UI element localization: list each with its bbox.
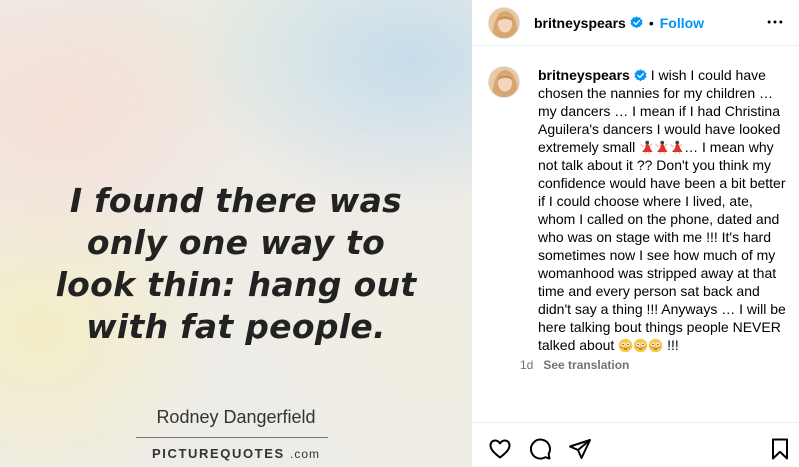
see-translation-link[interactable]: See translation [543,358,629,372]
quote-text: I found there was only one way to look t… [36,180,436,348]
heart-icon[interactable] [488,437,512,461]
dancer-emoji [640,140,653,155]
post-panel: britneyspears • Follow britneyspears I w… [472,0,799,467]
caption-avatar[interactable] [488,66,520,98]
caption-end: !!! [667,337,679,353]
flushed-face-emoji [633,338,648,353]
action-bar [472,422,799,467]
watermark-suffix: .com [289,447,320,461]
post-header: britneyspears • Follow [472,0,799,46]
quote-line: with fat people. [86,307,386,346]
caption-row: britneyspears I wish I could have chosen… [488,66,788,372]
post-meta: 1d See translation [520,358,788,372]
quote-line: only one way to [86,223,386,262]
flushed-face-emoji [618,338,633,353]
post-time[interactable]: 1d [520,358,533,372]
share-icon[interactable] [568,437,592,461]
quote-author: Rodney Dangerfield [156,407,316,427]
caption-username[interactable]: britneyspears [538,67,630,83]
header-username[interactable]: britneyspears [534,15,626,31]
author-divider [136,437,328,438]
post-image[interactable]: I found there was only one way to look t… [0,0,472,467]
flushed-face-emoji [648,338,663,353]
bookmark-icon[interactable] [768,437,792,461]
image-watermark: PICTUREQUOTES .com [0,446,472,461]
caption-body-part2: … I mean why not talk about it ?? Don't … [538,139,786,353]
dancer-emoji [655,140,668,155]
verified-badge-icon [630,16,643,29]
comment-icon[interactable] [528,437,552,461]
verified-badge-icon [634,69,647,82]
watermark-main: PICTUREQUOTES [152,446,285,461]
quote-line: look thin: hang out [55,265,417,304]
caption-text: britneyspears I wish I could have chosen… [538,66,788,354]
follow-button[interactable]: Follow [660,15,704,31]
more-options-icon[interactable] [765,12,785,32]
dancer-emoji [670,140,683,155]
avatar[interactable] [488,6,520,39]
header-separator: • [648,14,654,31]
quote-line: I found there was [69,181,403,220]
